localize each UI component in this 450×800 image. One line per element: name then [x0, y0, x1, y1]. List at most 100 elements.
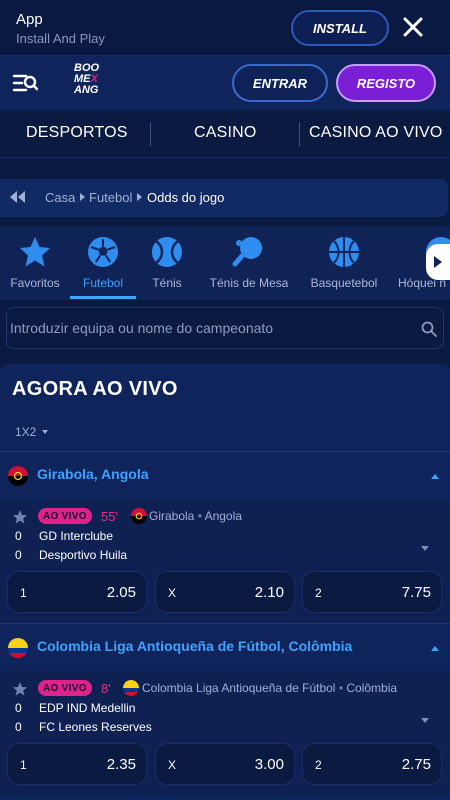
menu-search-icon[interactable] [12, 71, 38, 95]
breadcrumb-casa[interactable]: Casa [45, 190, 75, 205]
match-minute: 55' [101, 509, 118, 524]
league-name: Girabola, Angola [37, 466, 149, 482]
football-icon [88, 237, 118, 267]
live-section: AGORA AO VIVO 1X2 Girabola, Angola AO VI… [0, 364, 450, 800]
sport-label: Ténis [152, 276, 182, 290]
live-badge: AO VIVO [38, 680, 92, 696]
sport-label: Ténis de Mesa [209, 276, 289, 290]
match-league-name: Girabola [149, 509, 195, 523]
star-icon [20, 237, 50, 267]
away-team: 0 FC Leones Reserves [15, 720, 152, 734]
odd-value: 2.75 [401, 756, 431, 773]
odd-label: X [168, 586, 177, 600]
match-country: Angola [204, 509, 242, 523]
odd-button-away[interactable]: 2 7.75 [302, 571, 442, 613]
match-card: AO VIVO 8' Colombia Liga Antioqueña de F… [0, 671, 450, 795]
sport-label: Basquetebol [310, 276, 378, 290]
home-team: 0 EDP IND Medellin [15, 701, 135, 715]
carousel-next-button[interactable] [426, 244, 450, 280]
nav-casino[interactable]: CASINO [194, 124, 257, 142]
match-card: AO VIVO 55' Girabola • Angola 0 GD Interc… [0, 499, 450, 623]
home-team-name: GD Interclube [39, 529, 114, 543]
match-league: Colombia Liga Antioqueña de Fútbol • Col… [142, 681, 398, 695]
home-score: 0 [15, 701, 22, 715]
home-score: 0 [15, 529, 22, 543]
live-badge: AO VIVO [38, 508, 92, 524]
odd-label: 1 [20, 586, 27, 600]
market-selector-label: 1X2 [15, 425, 37, 439]
odd-value: 7.75 [401, 584, 431, 601]
register-button[interactable]: REGISTO [336, 64, 436, 102]
chevron-up-icon[interactable] [431, 474, 439, 479]
nav-desportos[interactable]: DESPORTOS [26, 124, 128, 142]
search-input[interactable] [7, 308, 407, 348]
home-team: 0 GD Interclube [15, 529, 113, 543]
odd-button-home[interactable]: 1 2.05 [7, 571, 147, 613]
market-selector[interactable]: 1X2 [15, 425, 49, 439]
close-icon[interactable] [399, 13, 427, 41]
odd-label: 1 [20, 758, 27, 772]
odd-value: 2.10 [254, 584, 284, 601]
odd-button-home[interactable]: 1 2.35 [7, 743, 147, 785]
league-name: Colombia Liga Antioqueña de Fútbol, Colô… [37, 638, 353, 654]
chevron-up-icon[interactable] [431, 646, 439, 651]
chevron-right-icon [434, 256, 442, 268]
match-league: Girabola • Angola [149, 509, 242, 523]
sport-favoritos[interactable]: Favoritos [4, 226, 66, 300]
nav-divider [150, 122, 151, 146]
main-nav: DESPORTOS CASINO CASINO AO VIVO [0, 110, 450, 158]
app-banner-title: App [16, 11, 43, 28]
breadcrumb-separator-icon [137, 193, 142, 201]
breadcrumb-futebol[interactable]: Futebol [89, 190, 132, 205]
chevron-down-icon[interactable] [421, 718, 429, 723]
odd-label: X [168, 758, 177, 772]
odd-button-away[interactable]: 2 2.75 [302, 743, 442, 785]
breadcrumb-separator-icon [80, 193, 85, 201]
odd-value: 3.00 [254, 756, 284, 773]
match-country: Colômbia [346, 681, 398, 695]
nav-casino-ao-vivo[interactable]: CASINO AO VIVO [309, 124, 443, 142]
login-button[interactable]: ENTRAR [232, 64, 328, 102]
colombia-flag-icon [123, 680, 139, 696]
search-box [6, 307, 444, 349]
odd-value: 2.05 [106, 584, 136, 601]
sport-basquetebol[interactable]: Basquetebol [304, 226, 384, 300]
search-icon[interactable] [421, 321, 437, 337]
logo-line-3: ANG [74, 84, 99, 96]
odd-label: 2 [315, 758, 322, 772]
league-header-girabola[interactable]: Girabola, Angola [0, 451, 450, 499]
sport-label: Favoritos [10, 276, 60, 290]
chevron-down-icon[interactable] [421, 546, 429, 551]
breadcrumb: Casa Futebol Odds do jogo [0, 179, 448, 217]
active-sport-indicator [70, 296, 136, 299]
angola-flag-icon [8, 466, 28, 486]
sport-futebol[interactable]: Futebol [72, 226, 134, 300]
favorite-star-icon[interactable] [12, 681, 28, 697]
odd-button-draw[interactable]: X 2.10 [155, 571, 295, 613]
angola-flag-icon [131, 508, 147, 524]
match-minute: 8' [101, 681, 111, 696]
basketball-icon [329, 237, 359, 267]
back-double-arrow-icon[interactable] [10, 191, 26, 203]
home-team-name: EDP IND Medellin [39, 701, 136, 715]
away-team: 0 Desportivo Huila [15, 548, 127, 562]
away-score: 0 [15, 548, 22, 562]
sport-label: Futebol [82, 276, 124, 290]
sport-tenis-de-mesa[interactable]: Ténis de Mesa [204, 226, 294, 300]
tennis-icon [152, 237, 182, 267]
live-title: AGORA AO VIVO [12, 378, 178, 400]
boomerang-logo[interactable]: BOO MEX ANG [74, 63, 106, 103]
app-banner-subtitle: Install And Play [16, 31, 105, 46]
favorite-star-icon[interactable] [12, 509, 28, 525]
chevron-down-icon [42, 430, 49, 434]
install-button[interactable]: INSTALL [291, 10, 389, 46]
league-header-colombia[interactable]: Colombia Liga Antioqueña de Fútbol, Colô… [0, 623, 450, 671]
table-tennis-icon [232, 237, 262, 267]
odd-button-draw[interactable]: X 3.00 [155, 743, 295, 785]
away-score: 0 [15, 720, 22, 734]
nav-divider [299, 122, 300, 146]
app-install-banner: App Install And Play INSTALL [0, 0, 450, 55]
odd-value: 2.35 [106, 756, 136, 773]
sport-tenis[interactable]: Ténis [136, 226, 198, 300]
sports-carousel: Favoritos Futebol Ténis Ténis de Mesa Ba… [0, 226, 450, 300]
